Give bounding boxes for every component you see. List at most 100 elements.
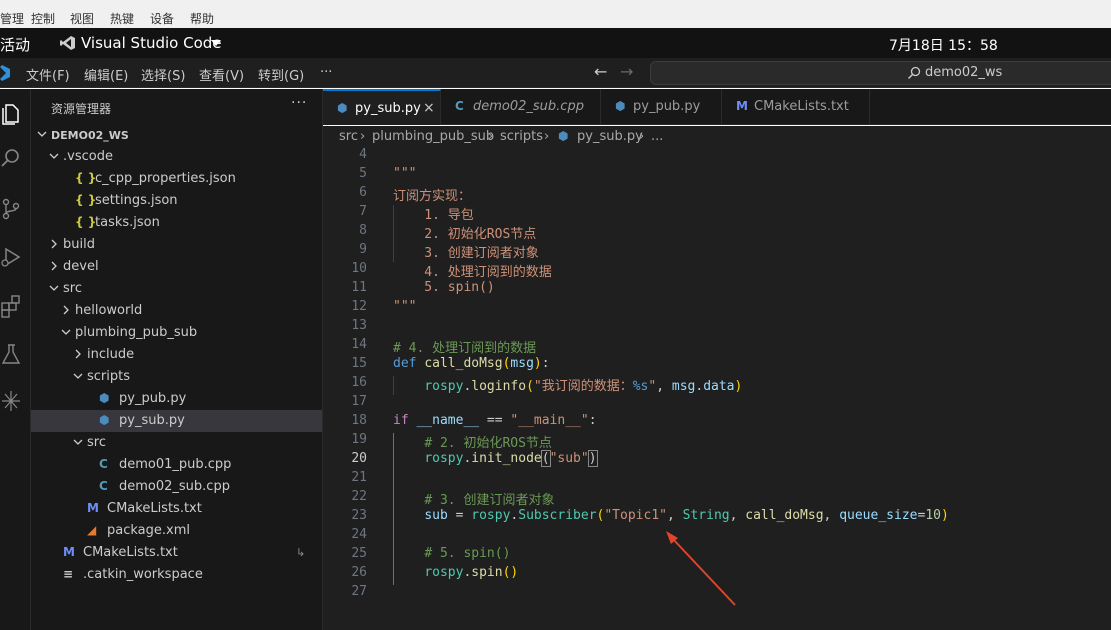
close-icon[interactable]: ×: [423, 100, 435, 116]
code-editor[interactable]: 4 5 """ 6 订阅方实现： 7 1. 导包 8 2. 初始化ROS节点 9 3. 创建订…: [323, 147, 1111, 630]
tree-folder[interactable]: build: [31, 234, 322, 256]
menu-more[interactable]: ···: [320, 65, 332, 80]
tree-file[interactable]: ◢ package.xml: [31, 520, 322, 542]
vm-window-title-strip: [0, 0, 1111, 8]
chevron-down-icon[interactable]: [37, 129, 47, 139]
tree-folder[interactable]: scripts: [31, 366, 322, 388]
tree-file[interactable]: { } settings.json: [31, 190, 322, 212]
tree-item-label: .catkin_workspace: [83, 567, 203, 582]
chevron-down-icon[interactable]: [49, 151, 59, 161]
vm-menu-manage[interactable]: 管理: [0, 10, 24, 27]
menu-file[interactable]: 文件(F): [26, 65, 70, 84]
breadcrumb: src › plumbing_pub_sub › scripts › ⬢ py_…: [323, 126, 1111, 148]
tree-folder[interactable]: src: [31, 432, 322, 454]
explorer-icon[interactable]: [0, 101, 22, 125]
cmake-file-icon: M: [736, 99, 748, 113]
tree-file[interactable]: Cdemo01_pub.cpp: [31, 454, 322, 476]
arrow-left-icon[interactable]: ←: [594, 62, 607, 81]
tab-py-pub[interactable]: ⬢ py_pub.py: [601, 89, 722, 125]
sidebar-title: 资源管理器: [51, 102, 112, 116]
menu-selection[interactable]: 选择(S): [141, 65, 185, 84]
chevron-right-icon[interactable]: [61, 305, 71, 315]
menu-go[interactable]: 转到(G): [258, 65, 304, 84]
tree-folder[interactable]: include: [31, 344, 322, 366]
explorer-sidebar: 资源管理器 ··· DEMO02_WS .vscode { } c_cpp_prope…: [31, 89, 323, 630]
tree-folder[interactable]: DEMO02_WS: [31, 124, 322, 146]
cpp-file-icon: C: [99, 457, 108, 471]
menu-edit[interactable]: 编辑(E): [84, 65, 128, 84]
breadcrumb-item[interactable]: ...: [651, 129, 663, 144]
tree-folder[interactable]: src: [31, 278, 322, 300]
system-clock[interactable]: 7月18日 15：58: [889, 35, 998, 55]
tree-folder[interactable]: devel: [31, 256, 322, 278]
command-center-text: demo02_ws: [925, 65, 1003, 80]
chevron-down-icon[interactable]: [61, 327, 71, 337]
tab-label: py_pub.py: [633, 99, 701, 114]
tree-item-label: src: [87, 435, 106, 450]
ros-icon[interactable]: [0, 389, 22, 413]
python-file-icon: ⬢: [99, 413, 110, 427]
tree-item-label: .vscode: [63, 149, 113, 164]
tree-item-label: tasks.json: [95, 215, 160, 230]
tree-file[interactable]: ⬢ py_pub.py: [31, 388, 322, 410]
tree-file[interactable]: ⬢ py_sub.py: [31, 410, 322, 432]
chevron-down-icon[interactable]: [211, 40, 221, 46]
extensions-icon[interactable]: [0, 294, 22, 318]
tree-item-label: demo02_sub.cpp: [119, 479, 230, 494]
menu-view[interactable]: 查看(V): [199, 65, 244, 84]
breadcrumb-item[interactable]: src: [339, 129, 358, 144]
activities-button[interactable]: 活动: [0, 34, 30, 55]
tree-folder[interactable]: .vscode: [31, 146, 322, 168]
vm-menu-view[interactable]: 视图: [70, 10, 94, 27]
tree-folder[interactable]: plumbing_pub_sub: [31, 322, 322, 344]
tree-item-badge: ↳: [296, 546, 306, 559]
breadcrumb-item[interactable]: py_sub.py: [577, 129, 643, 144]
tree-file[interactable]: M CMakeLists.txt: [31, 498, 322, 520]
python-file-icon: ⬢: [337, 101, 348, 115]
tree-item-label: package.xml: [107, 523, 190, 538]
tree-item-label: include: [87, 347, 135, 362]
run-debug-icon[interactable]: [0, 245, 22, 269]
testing-icon[interactable]: [0, 342, 22, 366]
source-control-icon[interactable]: [0, 197, 22, 221]
chevron-right-icon[interactable]: [49, 239, 59, 249]
tree-file[interactable]: M CMakeLists.txt ↳: [31, 542, 322, 564]
tree-file[interactable]: ≡ .catkin_workspace: [31, 564, 322, 586]
chevron-right-icon[interactable]: [73, 349, 83, 359]
cpp-file-icon: C: [99, 479, 108, 493]
vm-menu-hotkey[interactable]: 热键: [110, 10, 134, 27]
tree-item-label: scripts: [87, 369, 130, 384]
xml-file-icon: ◢: [87, 523, 97, 537]
tree-folder[interactable]: helloworld: [31, 300, 322, 322]
vscode-logo-icon: [0, 65, 10, 81]
annotation-arrow: [666, 531, 736, 606]
system-top-bar: 活动 Visual Studio Code 7月18日 15：58: [0, 28, 1111, 58]
chevron-right-icon: ›: [488, 129, 494, 144]
vm-menu-devices[interactable]: 设备: [150, 10, 174, 27]
command-center-search[interactable]: demo02_ws: [650, 61, 1111, 85]
breadcrumb-item[interactable]: scripts: [500, 129, 543, 144]
arrow-right-icon[interactable]: →: [620, 62, 633, 81]
chevron-down-icon[interactable]: [73, 437, 83, 447]
tree-file[interactable]: { } c_cpp_properties.json: [31, 168, 322, 190]
json-file-icon: { }: [75, 193, 97, 207]
tab-demo02-sub[interactable]: C demo02_sub.cpp: [441, 89, 601, 125]
tab-cmakelists[interactable]: M CMakeLists.txt: [722, 89, 870, 125]
tab-py-sub[interactable]: ⬢ py_sub.py ×: [323, 89, 441, 125]
chevron-down-icon[interactable]: [49, 283, 59, 293]
search-icon[interactable]: [0, 147, 22, 171]
app-menu-label[interactable]: Visual Studio Code: [81, 34, 222, 52]
tree-file[interactable]: Cdemo02_sub.cpp: [31, 476, 322, 498]
breadcrumb-item[interactable]: plumbing_pub_sub: [372, 129, 494, 144]
tree-item-label: py_sub.py: [119, 413, 185, 428]
vm-menu-help[interactable]: 帮助: [190, 10, 214, 27]
chevron-down-icon[interactable]: [73, 371, 83, 381]
tree-file[interactable]: { } tasks.json: [31, 212, 322, 234]
vm-menu-control[interactable]: 控制: [31, 10, 55, 27]
more-actions-icon[interactable]: ···: [291, 95, 307, 111]
tree-item-label: devel: [63, 259, 99, 274]
tree-item-label: py_pub.py: [119, 391, 187, 406]
chevron-right-icon[interactable]: [49, 261, 59, 271]
tree-item-label: CMakeLists.txt: [83, 545, 178, 560]
tree-item-label: DEMO02_WS: [51, 129, 129, 142]
